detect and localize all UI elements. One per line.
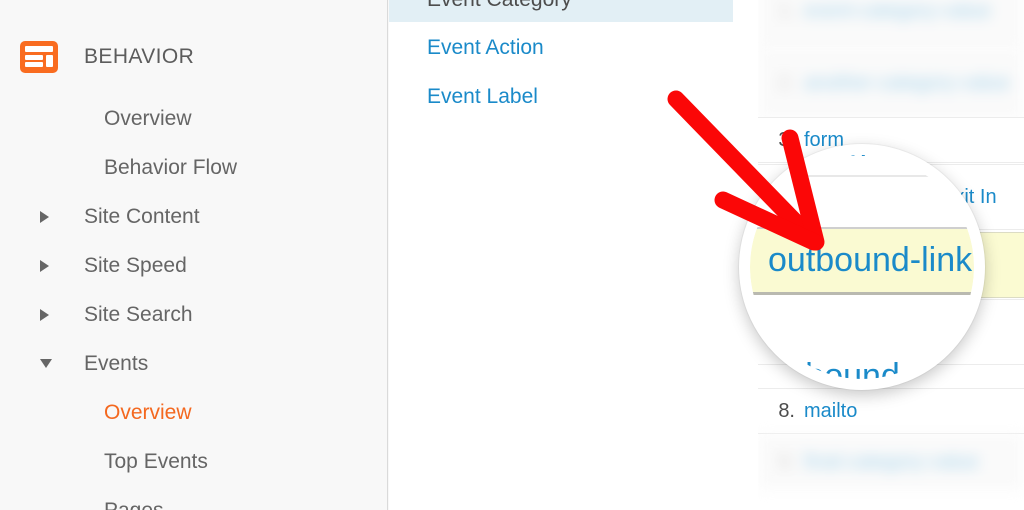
behavior-panel-icon bbox=[20, 41, 58, 73]
sidebar-item-site-content[interactable]: Site Content bbox=[0, 192, 387, 241]
dimension-item-event-category[interactable]: Event Category bbox=[389, 0, 733, 22]
row-link[interactable]: event-category-value bbox=[804, 0, 991, 23]
row-index: 8. bbox=[778, 399, 795, 422]
row-link[interactable]: another-category-value bbox=[804, 72, 1010, 95]
zoom-row-link[interactable]: form bbox=[799, 155, 867, 165]
zoom-callout-content: 3. form outbound-link outbound-wi bbox=[750, 155, 974, 379]
sidebar-section-behavior[interactable]: BEHAVIOR bbox=[0, 36, 194, 78]
sidebar-item-site-speed[interactable]: Site Speed bbox=[0, 241, 387, 290]
sidebar-item-label: Overview bbox=[104, 106, 192, 130]
zoom-callout-lens: 3. form outbound-link outbound-wi bbox=[739, 144, 985, 390]
zoom-row-outbound-widget[interactable]: outbound-wi bbox=[750, 346, 974, 379]
zoom-row-spacer-2 bbox=[750, 298, 974, 346]
screenshot-root: BEHAVIOR Overview Behavior Flow Site Con… bbox=[0, 0, 1024, 510]
zoom-row-outbound-link[interactable]: outbound-link bbox=[750, 229, 974, 295]
dimension-item-event-action[interactable]: Event Action bbox=[389, 28, 733, 68]
sidebar-item-overview[interactable]: Overview bbox=[0, 94, 387, 143]
chevron-right-icon[interactable] bbox=[40, 308, 60, 321]
icon-bar-right bbox=[46, 55, 53, 67]
dimension-item-event-label[interactable]: Event Label bbox=[389, 77, 733, 117]
chevron-right-icon[interactable] bbox=[40, 210, 60, 223]
sidebar-section-title: BEHAVIOR bbox=[84, 45, 195, 68]
zoom-row-link[interactable]: outbound-wi bbox=[758, 357, 943, 380]
sidebar-item-label: Site Speed bbox=[84, 253, 187, 277]
sidebar-item-label: Top Events bbox=[104, 449, 208, 473]
chevron-right-icon[interactable] bbox=[40, 259, 60, 272]
sidebar: BEHAVIOR Overview Behavior Flow Site Con… bbox=[0, 0, 390, 510]
sidebar-item-top-events[interactable]: Top Events bbox=[0, 437, 387, 486]
sidebar-item-events-overview[interactable]: Overview bbox=[0, 388, 387, 437]
sidebar-item-events[interactable]: Events bbox=[0, 339, 387, 388]
row-link[interactable]: final-category-value bbox=[804, 451, 979, 474]
sidebar-item-pages[interactable]: Pages bbox=[0, 486, 387, 510]
sidebar-item-label: Pages bbox=[104, 498, 164, 510]
table-row[interactable]: 9. final-category-value bbox=[758, 437, 1024, 487]
row-index: 1. bbox=[778, 0, 795, 22]
icon-bar-top bbox=[25, 46, 53, 52]
row-link[interactable]: mailto bbox=[804, 400, 857, 423]
primary-dimension-list: Event Category Event Action Event Label bbox=[389, 0, 758, 510]
sidebar-item-label: Events bbox=[84, 351, 149, 375]
row-index: 3. bbox=[778, 128, 795, 151]
chevron-down-icon[interactable] bbox=[40, 359, 60, 368]
sidebar-item-behavior-flow[interactable]: Behavior Flow bbox=[0, 143, 387, 192]
icon-bar-left-1 bbox=[25, 55, 43, 60]
sidebar-item-label: Overview bbox=[104, 400, 192, 424]
sidebar-item-site-search[interactable]: Site Search bbox=[0, 290, 387, 339]
zoom-row-link[interactable]: outbound-link bbox=[768, 241, 972, 280]
row-index: 2. bbox=[778, 71, 795, 94]
sidebar-nav-list: Overview Behavior Flow Site Content Site… bbox=[0, 94, 387, 510]
table-row[interactable]: 1. event-category-value bbox=[758, 0, 1024, 44]
sidebar-item-label: Site Content bbox=[84, 204, 200, 228]
table-row[interactable]: 2. another-category-value bbox=[758, 50, 1024, 116]
dimension-label: Event Action bbox=[427, 36, 544, 59]
row-index: 9. bbox=[778, 450, 795, 473]
icon-bar-left-2 bbox=[25, 62, 43, 67]
dimension-label: Event Label bbox=[427, 85, 538, 108]
sidebar-item-label: Site Search bbox=[84, 302, 193, 326]
zoom-row-index: 3. bbox=[756, 155, 781, 162]
table-row[interactable]: 8. mailto bbox=[758, 388, 1024, 434]
zoom-row-spacer bbox=[750, 177, 974, 229]
sidebar-item-label: Behavior Flow bbox=[104, 155, 238, 179]
dimension-label: Event Category bbox=[389, 0, 572, 12]
zoom-row-form[interactable]: 3. form bbox=[750, 155, 974, 177]
